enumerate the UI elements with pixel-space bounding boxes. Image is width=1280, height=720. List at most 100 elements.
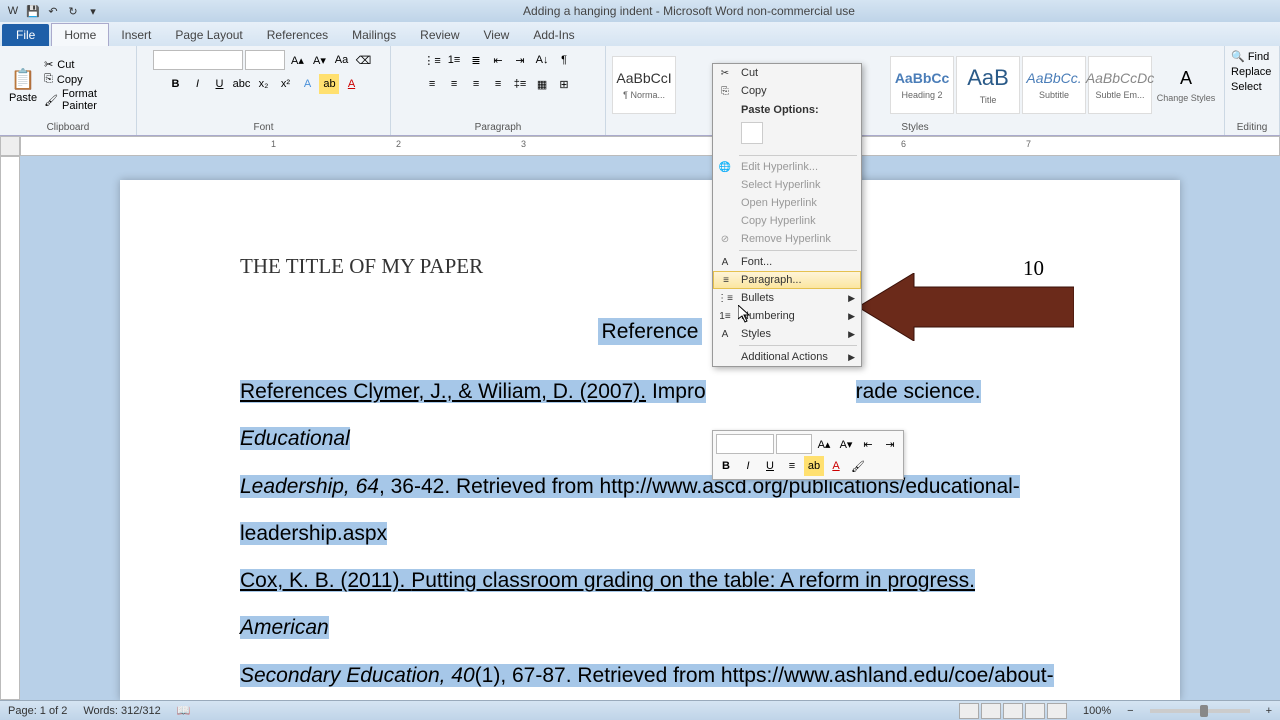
mini-underline[interactable]: U xyxy=(760,456,780,476)
decrease-indent-button[interactable]: ⇤ xyxy=(488,50,508,70)
align-left-button[interactable]: ≡ xyxy=(422,74,442,94)
qat-dropdown-icon[interactable]: ▾ xyxy=(84,2,102,20)
context-bullets[interactable]: ⋮≡Bullets▶ xyxy=(713,289,861,307)
tab-view[interactable]: View xyxy=(472,24,522,46)
tab-review[interactable]: Review xyxy=(408,24,471,46)
paste-button[interactable]: 📋 Paste xyxy=(6,67,40,104)
align-center-button[interactable]: ≡ xyxy=(444,74,464,94)
style-normal[interactable]: AaBbCcI¶ Norma... xyxy=(612,56,676,114)
proofing-icon[interactable]: 📖 xyxy=(177,704,191,717)
italic-button[interactable]: I xyxy=(187,74,207,94)
context-styles[interactable]: AStyles▶ xyxy=(713,325,861,343)
copy-button[interactable]: ⎘Copy xyxy=(44,73,130,86)
context-remove-hyperlink[interactable]: ⊘Remove Hyperlink xyxy=(713,230,861,248)
mini-grow-font[interactable]: A▴ xyxy=(814,434,834,454)
change-case-button[interactable]: Aa xyxy=(331,50,351,70)
vertical-ruler[interactable] xyxy=(0,156,20,700)
mini-font-color[interactable]: A xyxy=(826,456,846,476)
document-area[interactable]: THE TITLE OF MY PAPER 10 Reference Refer… xyxy=(20,156,1280,700)
superscript-button[interactable]: x² xyxy=(275,74,295,94)
status-words[interactable]: Words: 312/312 xyxy=(83,705,160,717)
paste-option-1[interactable] xyxy=(741,122,763,144)
mini-shrink-font[interactable]: A▾ xyxy=(836,434,856,454)
shading-button[interactable]: ▦ xyxy=(532,74,552,94)
zoom-slider[interactable] xyxy=(1150,709,1250,713)
context-numbering[interactable]: 1≡Numbering▶ xyxy=(713,307,861,325)
style-subtitle[interactable]: AaBbCc.Subtitle xyxy=(1022,56,1086,114)
borders-button[interactable]: ⊞ xyxy=(554,74,574,94)
increase-indent-button[interactable]: ⇥ xyxy=(510,50,530,70)
tab-mailings[interactable]: Mailings xyxy=(340,24,408,46)
tab-addins[interactable]: Add-Ins xyxy=(521,24,586,46)
align-right-button[interactable]: ≡ xyxy=(466,74,486,94)
context-edit-hyperlink[interactable]: 🌐Edit Hyperlink... xyxy=(713,158,861,176)
bullets-button[interactable]: ⋮≡ xyxy=(422,50,442,70)
format-painter-button[interactable]: 🖌Format Painter xyxy=(44,88,130,112)
mini-italic[interactable]: I xyxy=(738,456,758,476)
style-title[interactable]: AaBTitle xyxy=(956,56,1020,114)
tab-page-layout[interactable]: Page Layout xyxy=(163,24,254,46)
style-subtle-em[interactable]: AaBbCcDcSubtle Em... xyxy=(1088,56,1152,114)
select-button[interactable]: Select xyxy=(1231,81,1262,93)
undo-icon[interactable]: ↶ xyxy=(44,2,62,20)
ribbon-tabs: File Home Insert Page Layout References … xyxy=(0,22,1280,46)
justify-button[interactable]: ≡ xyxy=(488,74,508,94)
mini-format-painter[interactable]: 🖌 xyxy=(848,456,868,476)
style-heading2[interactable]: AaBbCcHeading 2 xyxy=(890,56,954,114)
subscript-button[interactable]: x₂ xyxy=(253,74,273,94)
tab-home[interactable]: Home xyxy=(51,23,109,46)
numbering-button[interactable]: 1≡ xyxy=(444,50,464,70)
grow-font-button[interactable]: A▴ xyxy=(287,50,307,70)
strikethrough-button[interactable]: abc xyxy=(231,74,251,94)
cut-button[interactable]: ✂Cut xyxy=(44,58,130,71)
line-spacing-button[interactable]: ‡≡ xyxy=(510,74,530,94)
font-size-select[interactable] xyxy=(245,50,285,70)
context-additional-actions[interactable]: Additional Actions▶ xyxy=(713,348,861,366)
highlight-button[interactable]: ab xyxy=(319,74,339,94)
change-styles-button[interactable]: AChange Styles xyxy=(1154,56,1218,114)
mini-center[interactable]: ≡ xyxy=(782,456,802,476)
mini-font-select[interactable] xyxy=(716,434,774,454)
redo-icon[interactable]: ↻ xyxy=(64,2,82,20)
context-font[interactable]: AFont... xyxy=(713,253,861,271)
find-button[interactable]: 🔍 Find xyxy=(1231,50,1269,63)
bold-button[interactable]: B xyxy=(165,74,185,94)
tab-file[interactable]: File xyxy=(2,24,49,46)
horizontal-ruler[interactable]: 1 2 3 5 6 7 xyxy=(20,136,1280,156)
multilevel-button[interactable]: ≣ xyxy=(466,50,486,70)
sort-button[interactable]: A↓ xyxy=(532,50,552,70)
tab-insert[interactable]: Insert xyxy=(109,24,163,46)
context-open-hyperlink[interactable]: Open Hyperlink xyxy=(713,194,861,212)
styles-gallery[interactable]: AaBbCcI¶ Norma... AaBbCcHeading 2 AaBTit… xyxy=(612,50,1218,120)
underline-button[interactable]: U xyxy=(209,74,229,94)
tab-references[interactable]: References xyxy=(255,24,340,46)
status-page[interactable]: Page: 1 of 2 xyxy=(8,705,67,717)
context-paragraph[interactable]: ≡Paragraph... xyxy=(713,271,861,289)
view-draft[interactable] xyxy=(1047,703,1067,719)
view-full-screen[interactable] xyxy=(981,703,1001,719)
font-color-button[interactable]: A xyxy=(341,74,361,94)
context-copy[interactable]: ⎘Copy xyxy=(713,82,861,100)
mini-bold[interactable]: B xyxy=(716,456,736,476)
clear-formatting-button[interactable]: ⌫ xyxy=(353,50,373,70)
show-hide-button[interactable]: ¶ xyxy=(554,50,574,70)
context-cut[interactable]: ✂Cut xyxy=(713,64,861,82)
zoom-level[interactable]: 100% xyxy=(1083,705,1111,717)
shrink-font-button[interactable]: A▾ xyxy=(309,50,329,70)
mini-decrease-indent[interactable]: ⇤ xyxy=(858,434,878,454)
mini-size-select[interactable] xyxy=(776,434,812,454)
view-web-layout[interactable] xyxy=(1003,703,1023,719)
context-copy-hyperlink[interactable]: Copy Hyperlink xyxy=(713,212,861,230)
zoom-out-button[interactable]: − xyxy=(1127,705,1133,717)
view-print-layout[interactable] xyxy=(959,703,979,719)
view-outline[interactable] xyxy=(1025,703,1045,719)
zoom-in-button[interactable]: + xyxy=(1266,705,1272,717)
save-icon[interactable]: 💾 xyxy=(24,2,42,20)
context-select-hyperlink[interactable]: Select Hyperlink xyxy=(713,176,861,194)
mini-increase-indent[interactable]: ⇥ xyxy=(880,434,900,454)
font-select[interactable] xyxy=(153,50,243,70)
cut-icon: ✂ xyxy=(717,65,733,81)
replace-button[interactable]: Replace xyxy=(1231,66,1271,78)
mini-highlight[interactable]: ab xyxy=(804,456,824,476)
text-effects-button[interactable]: A xyxy=(297,74,317,94)
